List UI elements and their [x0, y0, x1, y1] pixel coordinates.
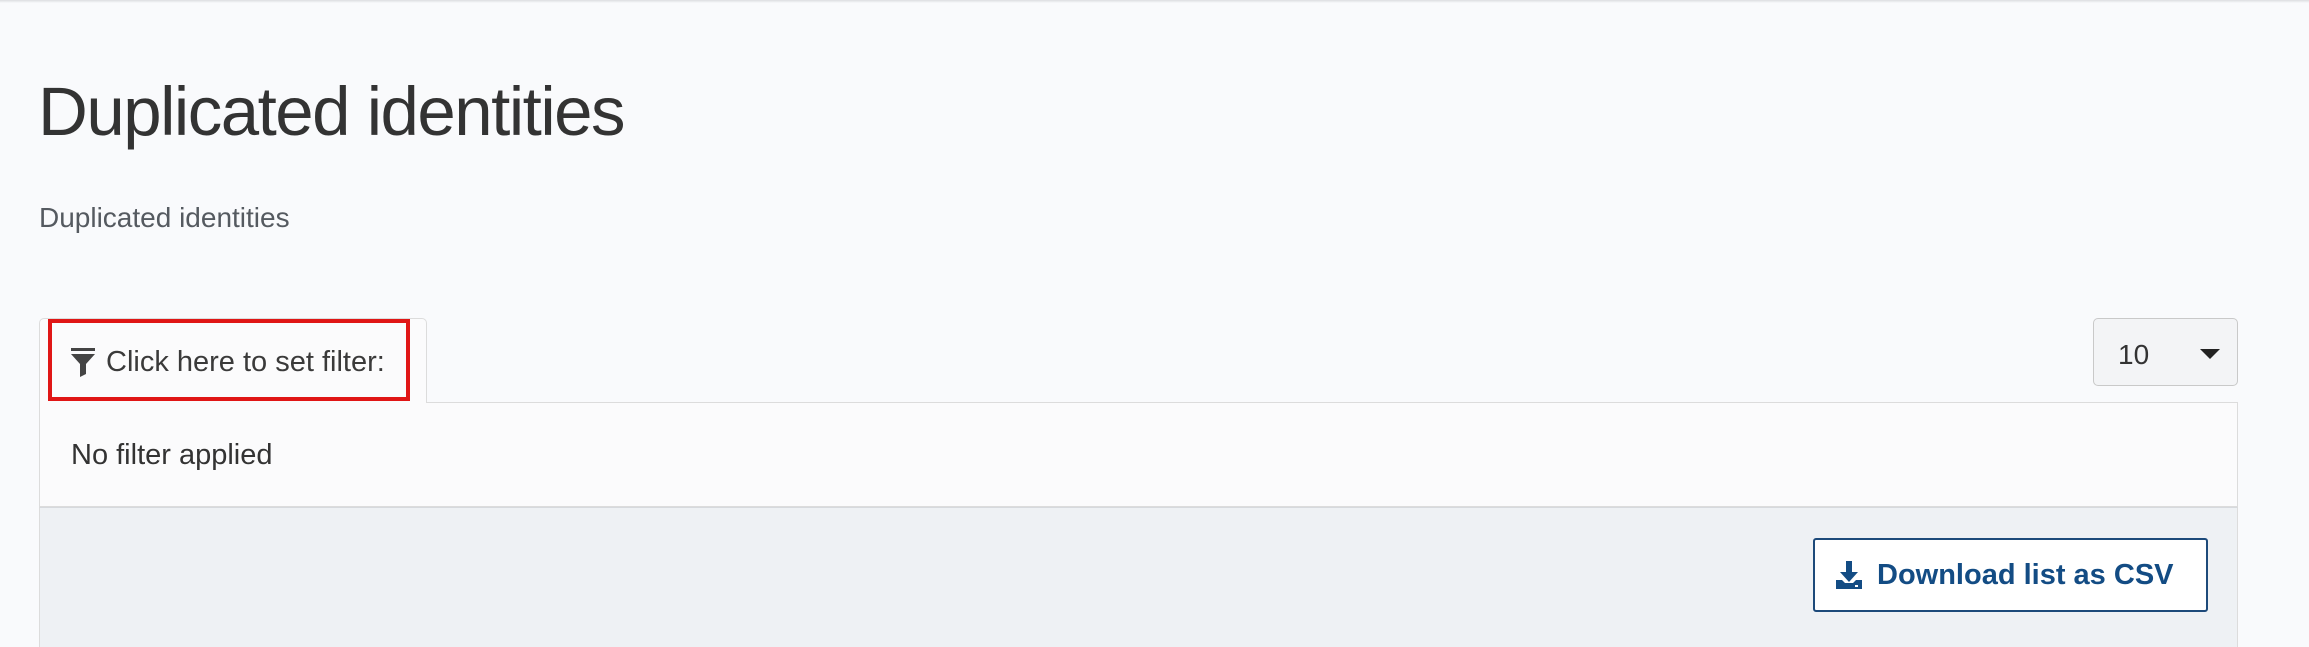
filter-icon — [70, 347, 96, 377]
page-subtitle: Duplicated identities — [39, 202, 290, 233]
set-filter-toggle[interactable]: Click here to set filter: — [70, 338, 385, 386]
download-icon — [1835, 560, 1863, 590]
caret-down-icon — [2200, 349, 2220, 359]
page-size-select[interactable]: 10 — [2093, 318, 2238, 386]
filter-panel: No filter applied — [39, 402, 2238, 507]
list-toolbar: Download list as CSV — [39, 507, 2238, 647]
download-csv-label: Download list as CSV — [1877, 558, 2174, 591]
download-csv-button[interactable]: Download list as CSV — [1813, 538, 2208, 612]
top-shadow — [0, 0, 2309, 3]
page-title: Duplicated identities — [38, 73, 626, 150]
page-size-value: 10 — [2118, 339, 2150, 370]
filter-status-text: No filter applied — [71, 439, 273, 471]
set-filter-label: Click here to set filter: — [106, 345, 385, 378]
